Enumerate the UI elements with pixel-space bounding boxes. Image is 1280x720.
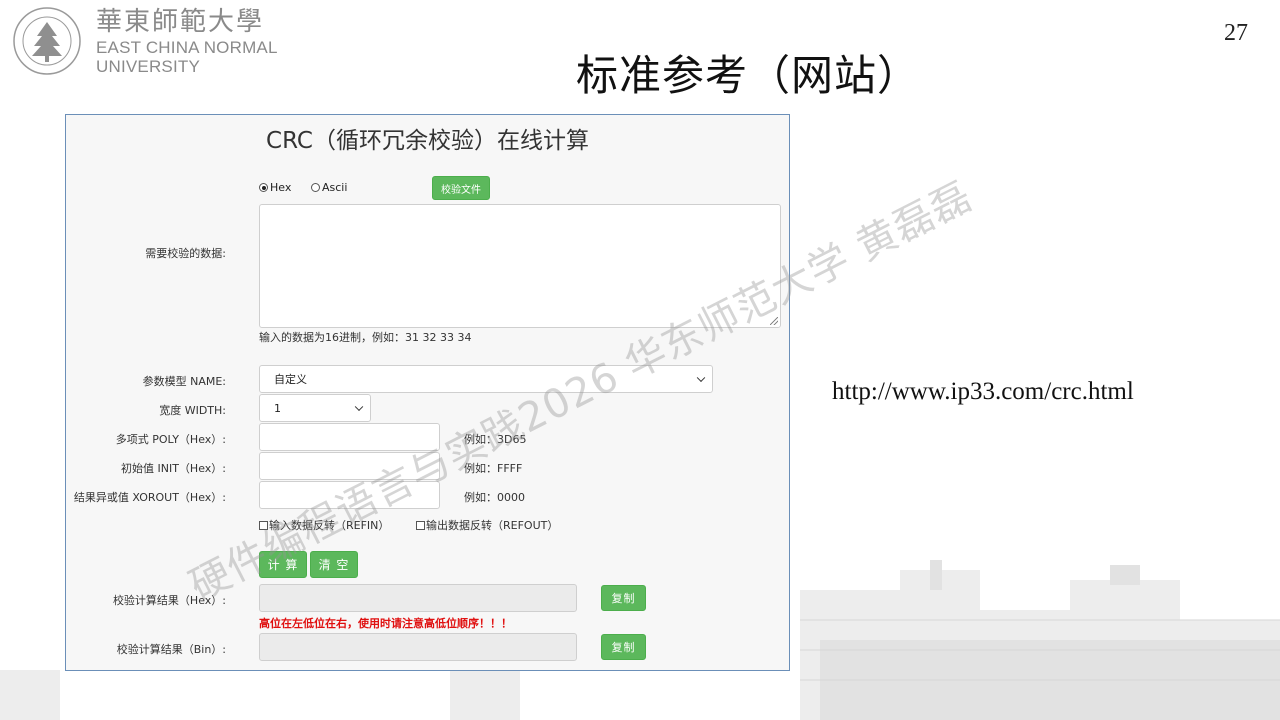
bit-order-warning: 高位在左低位在右，使用时请注意高低位顺序！！！ [259, 617, 512, 630]
model-label: 参数模型 NAME: [142, 375, 226, 388]
result-bin-field[interactable] [259, 633, 577, 661]
result-hex-field[interactable] [259, 584, 577, 612]
chevron-down-icon [696, 373, 706, 383]
page-number: 27 [1224, 20, 1248, 46]
slide-title: 标准参考（网站） [576, 51, 921, 100]
data-hint: 输入的数据为16进制，例如：31 32 33 34 [259, 331, 472, 344]
data-textarea[interactable] [259, 204, 781, 328]
init-label: 初始值 INIT（Hex）: [121, 462, 226, 475]
width-select[interactable]: 1 [259, 394, 371, 422]
width-select-value: 1 [274, 401, 281, 415]
university-name: 華東師範大學 EAST CHINA NORMAL UNIVERSITY [96, 6, 278, 76]
university-seal-logo [13, 7, 81, 75]
crc-page-title: CRC（循环冗余校验）在线计算 [266, 128, 589, 154]
clear-button[interactable]: 清 空 [310, 551, 358, 578]
model-select-value: 自定义 [274, 373, 307, 386]
refin-checkbox-box[interactable] [259, 520, 268, 530]
crc-calculator-screenshot: CRC（循环冗余校验）在线计算 Hex Ascii 校验文件 需要校验的数据: … [65, 114, 790, 671]
university-name-en-2: UNIVERSITY [96, 57, 201, 76]
resize-handle-icon[interactable] [770, 317, 778, 325]
chevron-down-icon [354, 402, 364, 412]
copy-hex-button[interactable]: 复制 [601, 585, 646, 611]
ascii-radio-dot[interactable] [311, 183, 320, 192]
hex-radio-label: Hex [270, 181, 292, 194]
xorout-input[interactable] [259, 481, 440, 509]
poly-input[interactable] [259, 423, 440, 451]
xorout-example: 例如：0000 [464, 491, 525, 504]
ascii-radio-label: Ascii [322, 181, 348, 194]
check-file-button[interactable]: 校验文件 [432, 176, 490, 200]
calculate-button[interactable]: 计 算 [259, 551, 307, 578]
poly-label: 多项式 POLY（Hex）: [115, 433, 226, 446]
university-name-cn: 華東師範大學 [96, 7, 265, 37]
init-input[interactable] [259, 452, 440, 480]
refout-checkbox[interactable]: 输出数据反转（REFOUT） [416, 517, 558, 533]
result-bin-label: 校验计算结果（Bin）: [116, 643, 226, 656]
university-name-en-1: EAST CHINA NORMAL [96, 38, 278, 57]
hex-radio-dot[interactable] [259, 183, 268, 192]
refin-checkbox[interactable]: 输入数据反转（REFIN） [259, 517, 389, 533]
refout-checkbox-box[interactable] [416, 520, 425, 530]
copy-bin-button[interactable]: 复制 [601, 634, 646, 660]
hex-radio[interactable]: Hex [259, 181, 291, 194]
width-label: 宽度 WIDTH: [159, 404, 226, 417]
data-label: 需要校验的数据: [145, 247, 226, 260]
init-example: 例如：FFFF [464, 462, 523, 475]
ascii-radio[interactable]: Ascii [311, 181, 347, 194]
xorout-label: 结果异或值 XOROUT（Hex）: [73, 491, 226, 504]
result-hex-label: 校验计算结果（Hex）: [112, 594, 226, 607]
reference-url[interactable]: http://www.ip33.com/crc.html [832, 378, 1134, 406]
poly-example: 例如：3D65 [464, 433, 527, 446]
refin-label: 输入数据反转（REFIN） [269, 519, 390, 532]
refout-label: 输出数据反转（REFOUT） [426, 519, 559, 532]
model-select[interactable]: 自定义 [259, 365, 713, 393]
